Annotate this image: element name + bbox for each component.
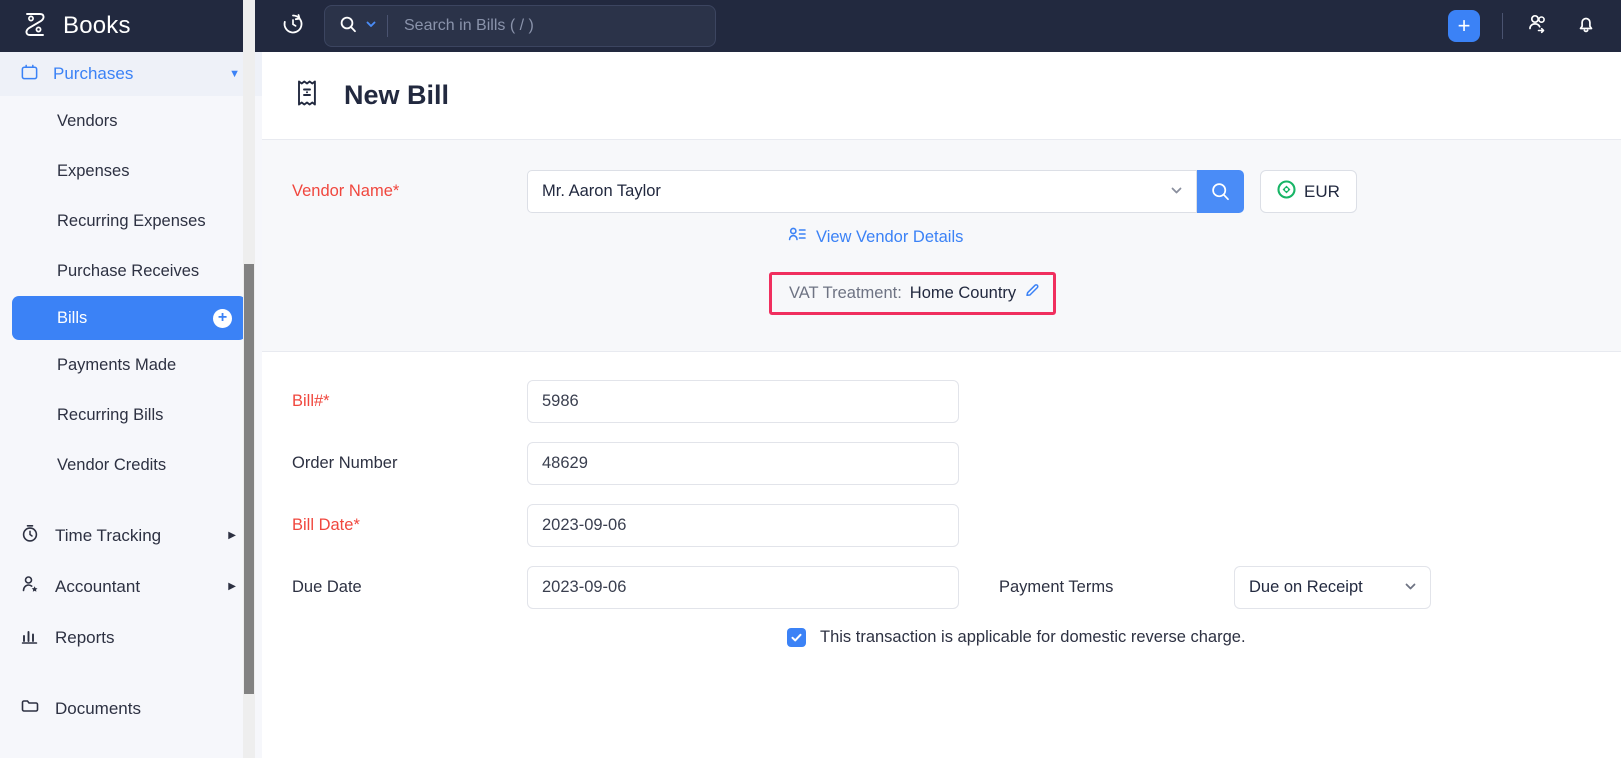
sidebar-item-label: Time Tracking (55, 525, 162, 545)
vendor-details-icon (787, 225, 807, 250)
sidebar-item-vendor-credits[interactable]: Vendor Credits (0, 440, 262, 490)
bill-number-row: Bill#* 5986 (262, 380, 1621, 423)
sidebar-scrollbar-thumb[interactable] (244, 264, 254, 694)
sidebar: Books Purchases ▼ Vendors Expenses Recur… (0, 0, 262, 758)
sidebar-item-label: Accountant (55, 576, 141, 596)
vat-treatment-label: VAT Treatment: (789, 283, 902, 302)
chevron-down-icon[interactable] (1169, 183, 1184, 201)
sidebar-item-expenses[interactable]: Expenses (0, 146, 262, 196)
reverse-charge-checkbox[interactable] (787, 628, 806, 647)
global-search-box[interactable]: Search in Bills ( / ) (324, 5, 716, 47)
sidebar-item-reports[interactable]: Reports (0, 612, 262, 663)
chevron-down-icon[interactable] (365, 17, 377, 35)
search-divider (387, 15, 388, 37)
bill-form: Bill#* 5986 Order Number 48629 Bill Date… (262, 352, 1621, 647)
add-new-button[interactable]: + (1448, 10, 1480, 42)
due-date-input[interactable]: 2023-09-06 (527, 566, 959, 609)
bill-number-label: Bill#* (292, 392, 330, 410)
folder-icon (20, 696, 40, 721)
sidebar-item-label: Vendor Credits (57, 455, 167, 474)
bill-date-row: Bill Date* 2023-09-06 (262, 504, 1621, 547)
order-number-label: Order Number (292, 454, 398, 472)
vendor-name-select[interactable]: Mr. Aaron Taylor (527, 170, 1197, 213)
top-bar: Search in Bills ( / ) + (262, 0, 1621, 52)
chevron-right-icon: ▶ (228, 530, 236, 541)
nav-spacer-2 (0, 663, 262, 683)
sidebar-group-label: Purchases (53, 64, 134, 83)
bill-date-input[interactable]: 2023-09-06 (527, 504, 959, 547)
sidebar-item-label: Documents (55, 698, 141, 718)
search-input[interactable]: Search in Bills ( / ) (404, 17, 534, 35)
sidebar-nav: Purchases ▼ Vendors Expenses Recurring E… (0, 52, 262, 734)
order-number-input[interactable]: 48629 (527, 442, 959, 485)
payment-terms-select[interactable]: Due on Receipt (1234, 566, 1431, 609)
books-logo-icon (20, 9, 50, 44)
sidebar-item-documents[interactable]: Documents (0, 683, 262, 734)
vat-treatment-value: Home Country (909, 283, 1017, 302)
sidebar-item-purchase-receives[interactable]: Purchase Receives (0, 246, 262, 296)
sidebar-item-label: Payments Made (57, 355, 177, 374)
page-header: New Bill (262, 52, 1621, 140)
app-root: Books Purchases ▼ Vendors Expenses Recur… (0, 0, 1621, 758)
payment-terms-value: Due on Receipt (1249, 578, 1363, 596)
vendor-search-button[interactable] (1197, 170, 1244, 213)
sidebar-item-recurring-bills[interactable]: Recurring Bills (0, 390, 262, 440)
chevron-down-icon: ▼ (229, 68, 240, 80)
sidebar-item-bills[interactable]: Bills + (12, 296, 246, 340)
currency-globe-icon (1277, 179, 1296, 204)
order-number-row: Order Number 48629 (262, 442, 1621, 485)
due-date-label: Due Date (292, 578, 362, 596)
sidebar-item-label: Recurring Bills (57, 405, 164, 424)
clock-history-icon[interactable] (280, 11, 306, 42)
sidebar-item-payments-made[interactable]: Payments Made (0, 340, 262, 390)
sidebar-item-recurring-expenses[interactable]: Recurring Expenses (0, 196, 262, 246)
vat-treatment-highlight-box[interactable]: VAT Treatment: Home Country (769, 272, 1057, 315)
vendor-section: Vendor Name* Mr. Aaron Taylor EUR View V… (262, 140, 1621, 352)
currency-badge[interactable]: EUR (1260, 170, 1357, 213)
sidebar-item-label: Vendors (57, 111, 118, 130)
due-date-row: Due Date 2023-09-06 Payment Terms Due on… (262, 566, 1621, 609)
reverse-charge-row: This transaction is applicable for domes… (262, 628, 1621, 647)
brand-header: Books (0, 0, 262, 52)
sidebar-item-accountant[interactable]: Accountant ▶ (0, 561, 262, 612)
page-title: New Bill (344, 80, 450, 110)
bag-icon (20, 62, 39, 86)
view-vendor-details-row[interactable]: View Vendor Details (262, 225, 1621, 250)
reverse-charge-label: This transaction is applicable for domes… (820, 628, 1246, 646)
chevron-down-icon[interactable] (1403, 579, 1418, 597)
vendor-name-label: Vendor Name* (292, 182, 400, 200)
main-content: Search in Bills ( / ) + New Bill Vendor … (262, 0, 1621, 758)
pencil-edit-icon[interactable] (1024, 282, 1041, 304)
accountant-icon (20, 574, 40, 599)
payment-terms-label: Payment Terms (999, 578, 1114, 596)
bill-receipt-icon (292, 77, 322, 114)
sidebar-item-time-tracking[interactable]: Time Tracking ▶ (0, 510, 262, 561)
stopwatch-icon (20, 523, 40, 548)
add-bill-icon[interactable]: + (213, 308, 232, 328)
chevron-right-icon: ▶ (228, 581, 236, 592)
bill-date-label: Bill Date* (292, 516, 360, 534)
sidebar-item-vendors[interactable]: Vendors (0, 96, 262, 146)
notification-bell-icon[interactable] (1573, 11, 1599, 42)
sidebar-item-label: Bills (57, 308, 88, 327)
currency-code: EUR (1304, 181, 1340, 201)
view-vendor-details-link[interactable]: View Vendor Details (816, 228, 963, 247)
people-referral-icon[interactable] (1525, 11, 1551, 42)
sidebar-item-label: Reports (55, 627, 115, 647)
sidebar-item-label: Recurring Expenses (57, 211, 206, 230)
brand-name: Books (63, 12, 131, 39)
bar-chart-icon (20, 625, 40, 650)
topbar-actions: + (1448, 10, 1599, 42)
search-icon (339, 15, 357, 38)
bill-number-input[interactable]: 5986 (527, 380, 959, 423)
sidebar-item-label: Purchase Receives (57, 261, 200, 280)
vendor-name-row: Vendor Name* Mr. Aaron Taylor EUR (262, 170, 1621, 213)
topbar-divider (1502, 13, 1503, 39)
sidebar-group-purchases[interactable]: Purchases ▼ (0, 52, 262, 96)
vat-treatment-row: VAT Treatment: Home Country (262, 272, 1621, 315)
sidebar-item-label: Expenses (57, 161, 130, 180)
vendor-name-value: Mr. Aaron Taylor (542, 182, 661, 200)
